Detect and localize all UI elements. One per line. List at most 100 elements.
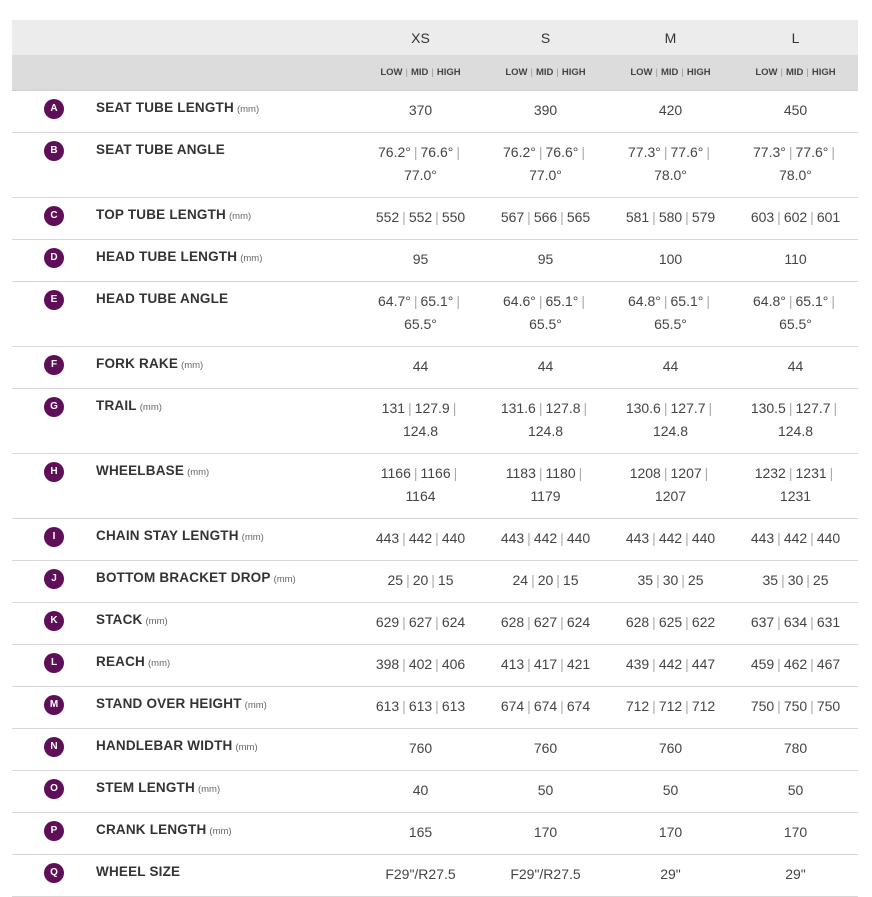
measurement-label-cell: BOTTOM BRACKET DROP (mm)	[96, 560, 358, 603]
value-separator: |	[788, 144, 793, 160]
badge-cell: D	[12, 239, 96, 282]
measurement-label-cell: WHEEL SIZE	[96, 854, 358, 897]
value: 442	[783, 530, 808, 546]
value-separator: |	[706, 293, 710, 309]
measurement-label: HEAD TUBE ANGLE	[96, 291, 229, 306]
value-cell-xs: 370	[358, 90, 483, 133]
value: 124.8	[652, 423, 689, 439]
value-separator: |	[578, 465, 583, 481]
level-header-row: LOW | MID | HIGH LOW | MID | HIGH LOW | MID | HIGH L…	[12, 55, 858, 91]
table-row: H WHEELBASE (mm) 1166 | 1166 | 1164 1183 | 1180 | 11…	[12, 453, 858, 519]
value-separator: |	[560, 698, 564, 714]
measurement-unit: (mm)	[236, 104, 260, 115]
value: 443	[625, 530, 650, 546]
measurement-label-cell: CHAIN STAY LENGTH (mm)	[96, 518, 358, 561]
value: 95	[537, 251, 554, 267]
measurement-label-cell: WHEELBASE (mm)	[96, 453, 358, 519]
value-separator: |	[435, 209, 439, 225]
badge-cell: M	[12, 686, 96, 729]
value: 398	[375, 656, 400, 672]
value: 417	[533, 656, 558, 672]
level-header: LOW | MID | HIGH	[608, 55, 733, 91]
row-letter-badge: M	[44, 695, 64, 715]
value-separator: |	[527, 614, 531, 630]
value: 130.5	[750, 400, 786, 416]
measurement-unit: (mm)	[235, 742, 258, 753]
row-letter-badge: J	[44, 569, 64, 589]
value: 77.0°	[404, 167, 437, 183]
measurement-unit: (mm)	[240, 253, 263, 264]
value-separator: |	[406, 572, 410, 588]
value-separator: |	[581, 293, 585, 309]
row-letter-badge: H	[44, 462, 64, 482]
badge-cell: Q	[12, 854, 96, 897]
value-cell-xs: 95	[358, 239, 483, 282]
value-separator: |	[704, 465, 709, 481]
value: 406	[441, 656, 466, 672]
value: 1208	[629, 465, 661, 481]
geometry-table: XS S M L LOW | MID | HIGH LOW | MID | HIGH LOW | M…	[12, 20, 858, 897]
size-header-xs: XS	[358, 20, 483, 55]
measurement-unit: (mm)	[273, 574, 296, 585]
row-letter-badge: F	[44, 355, 64, 375]
value-cell-xs: 443 | 442 | 440	[358, 518, 483, 561]
table-row: I CHAIN STAY LENGTH (mm) 443 | 442 | 440 443 | 442…	[12, 518, 858, 561]
value: 550	[441, 209, 466, 225]
measurement-label: TRAIL	[96, 398, 137, 413]
value-separator: |	[829, 465, 834, 481]
value-separator: |	[581, 144, 585, 160]
value: 77.3°	[628, 144, 661, 160]
value: 628	[625, 614, 650, 630]
measurement-label: TOP TUBE LENGTH	[96, 207, 227, 222]
measurement-label-cell: STEM LENGTH (mm)	[96, 770, 358, 813]
value-cell-xs: 25 | 20 | 15	[358, 560, 483, 603]
measurement-label-cell: HANDLEBAR WIDTH (mm)	[96, 728, 358, 771]
value: 65.1°	[670, 293, 704, 309]
value-separator: |	[788, 400, 793, 416]
value: 77.3°	[753, 144, 786, 160]
value: 20	[537, 572, 554, 588]
value-separator: |	[810, 698, 814, 714]
value-separator: |	[788, 293, 793, 309]
value-separator: |	[652, 614, 656, 630]
value-separator: |	[833, 400, 838, 416]
measurement-unit: (mm)	[244, 700, 267, 711]
measurement-label: WHEEL SIZE	[96, 864, 181, 879]
value-separator: |	[531, 572, 535, 588]
value: 624	[566, 614, 591, 630]
row-letter-badge: D	[44, 248, 64, 268]
badge-cell: K	[12, 602, 96, 645]
badge-cell: E	[12, 281, 96, 347]
table-row: J BOTTOM BRACKET DROP (mm) 25 | 20 | 15 24 | 20 | 15…	[12, 560, 858, 603]
value: 442	[658, 656, 683, 672]
level-label: LOW	[380, 67, 403, 78]
measurement-label: SEAT TUBE LENGTH	[96, 100, 234, 115]
value-separator: |	[831, 293, 835, 309]
measurement-label: BOTTOM BRACKET DROP	[96, 570, 271, 585]
value-cell-m: 64.8° | 65.1° | 65.5°	[608, 281, 733, 347]
measurement-label: SEAT TUBE ANGLE	[96, 142, 226, 157]
value-separator: |	[453, 465, 458, 481]
value: 50	[537, 782, 554, 798]
size-header-s: S	[483, 20, 608, 55]
value: 50	[787, 782, 804, 798]
value: 442	[658, 530, 683, 546]
value: 64.8°	[753, 293, 786, 309]
value: 631	[816, 614, 841, 630]
value-separator: |	[777, 614, 781, 630]
value: 35	[762, 572, 779, 588]
value: 110	[784, 251, 807, 267]
table-row: B SEAT TUBE ANGLE 76.2° | 76.6° | 77.0° 76.2° | 7…	[12, 132, 858, 198]
measurement-unit: (mm)	[241, 532, 264, 543]
value-cell-s: F29"/R27.5	[483, 854, 608, 897]
value-cell-l: 750 | 750 | 750	[733, 686, 858, 729]
value-separator: |	[456, 293, 460, 309]
value-separator: |	[431, 572, 435, 588]
value-separator: |	[435, 530, 439, 546]
value: 674	[533, 698, 558, 714]
badge-cell: A	[12, 90, 96, 133]
value: 131	[381, 400, 406, 416]
table-row: Q WHEEL SIZE F29"/R27.5 F29"/R27.5 29" 29"	[12, 854, 858, 897]
value: 601	[816, 209, 841, 225]
value: 124.8	[402, 423, 439, 439]
